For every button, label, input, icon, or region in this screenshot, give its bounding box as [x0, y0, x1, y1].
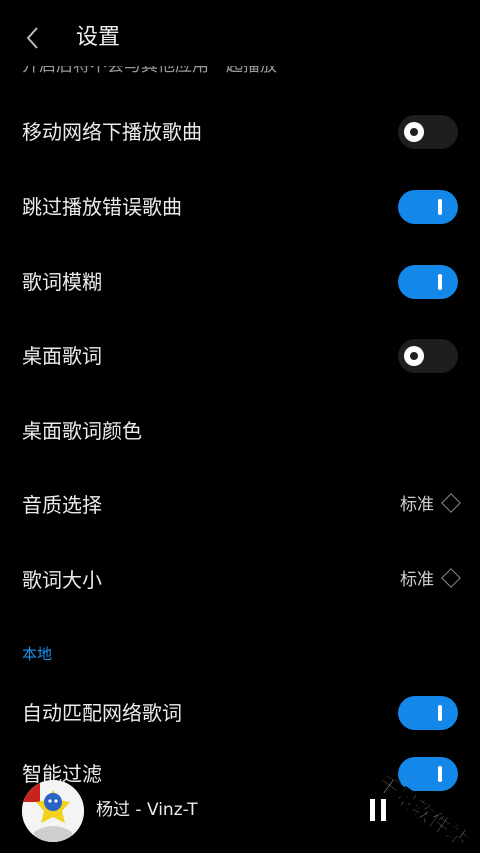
setting-lyrics-size[interactable]: 歌词大小 标准 [0, 543, 480, 617]
toggle-switch-on[interactable] [398, 190, 458, 224]
track-title: 杨过 - Vinz-T [96, 800, 198, 820]
svg-text:千景软件站: 千景软件站 [373, 771, 472, 842]
setting-desktop-lyrics-color[interactable]: 桌面歌词颜色 [0, 394, 480, 468]
setting-label: 桌面歌词颜色 [22, 419, 142, 443]
setting-value[interactable]: 标准 [400, 543, 461, 617]
setting-label: 桌面歌词 [22, 344, 102, 368]
chevron-left-icon [26, 27, 38, 49]
album-art[interactable] [22, 780, 84, 842]
setting-mobile-network-play[interactable]: 移动网络下播放歌曲 [0, 95, 480, 169]
setting-label: 音质选择 [22, 493, 102, 517]
setting-lyrics-blur[interactable]: 歌词模糊 [0, 245, 480, 319]
toggle-switch-on[interactable] [398, 265, 458, 299]
header: 设置 [0, 0, 480, 76]
setting-value[interactable]: 标准 [400, 468, 461, 542]
setting-label: 歌词模糊 [22, 270, 102, 294]
section-header-local: 本地 [22, 645, 53, 663]
back-button[interactable] [18, 22, 50, 54]
setting-label: 跳过播放错误歌曲 [22, 195, 182, 219]
toggle-switch-on[interactable] [398, 696, 458, 730]
diamond-selector-icon [441, 568, 461, 588]
page-title: 设置 [76, 25, 121, 50]
watermark: 千景软件站 [368, 762, 478, 852]
setting-desktop-lyrics[interactable]: 桌面歌词 [0, 319, 480, 393]
setting-label: 移动网络下播放歌曲 [22, 120, 202, 144]
toggle-switch-off[interactable] [398, 115, 458, 149]
diamond-selector-icon [441, 493, 461, 513]
setting-skip-error-songs[interactable]: 跳过播放错误歌曲 [0, 170, 480, 244]
toggle-switch-off[interactable] [398, 339, 458, 373]
setting-label: 歌词大小 [22, 568, 102, 592]
setting-audio-quality[interactable]: 音质选择 标准 [0, 468, 480, 542]
clipped-description: 开启后将不会与其他应用一起播放 [22, 66, 277, 76]
